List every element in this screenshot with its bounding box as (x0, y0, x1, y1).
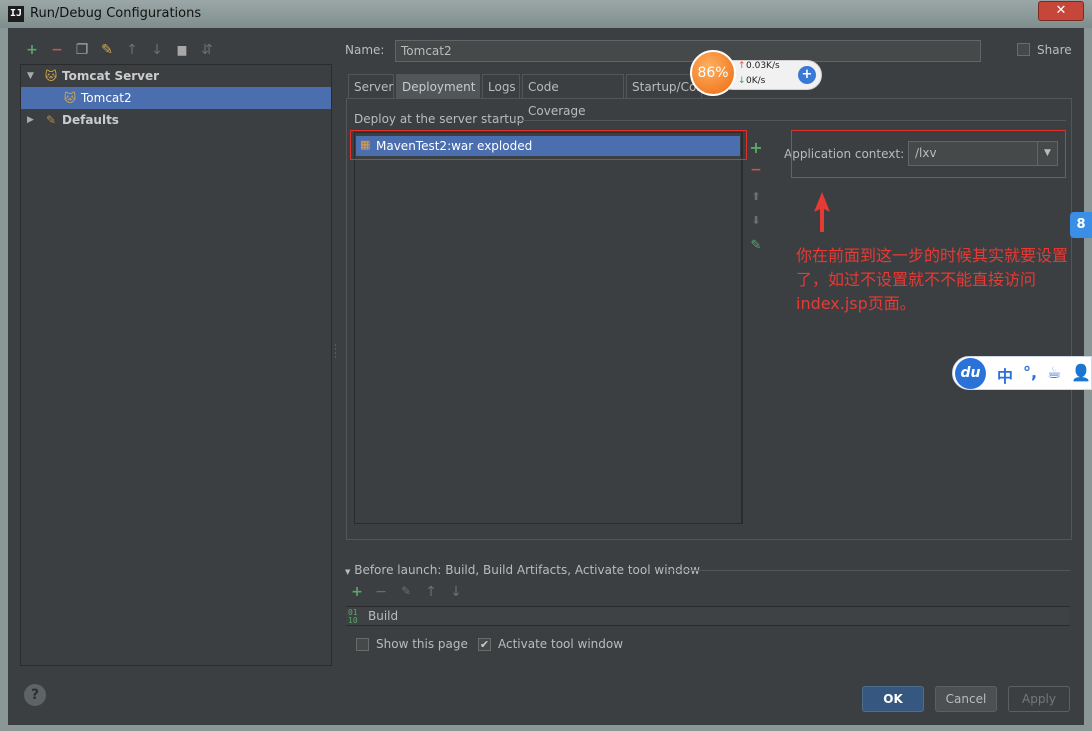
ime-skin-icon[interactable]: ☕ (1047, 363, 1061, 382)
configuration-tree[interactable]: ▼ 🐱 Tomcat Server 🐱 Tomcat2 ▶ ✎ Defaults (20, 64, 332, 666)
tree-label-tomcat-server: Tomcat Server (62, 69, 160, 83)
tomcat-icon: 🐱 (63, 91, 77, 105)
share-label: Share (1037, 43, 1072, 57)
baidu-ime-logo-icon[interactable]: du (955, 358, 986, 389)
before-launch-list[interactable]: 01 10 Build (346, 606, 1070, 626)
ime-user-icon[interactable]: 👤 (1071, 363, 1091, 382)
tree-item-defaults[interactable]: ▶ ✎ Defaults (21, 109, 331, 131)
annotation-text: 你在前面到这一步的时候其实就要设置了，如过不设置就不不能直接访问index.js… (796, 246, 1069, 313)
network-monitor-widget[interactable]: 86% ↑ 0.03K/s ↓ 0K/s + (690, 50, 822, 96)
annotation-arrow-icon (814, 192, 830, 232)
accelerate-plus-icon[interactable]: + (798, 66, 816, 84)
download-arrow-icon: ↓ (738, 76, 746, 86)
move-up-icon[interactable]: ↑ (122, 40, 142, 60)
highlight-box-artifact (350, 130, 747, 160)
expand-arrow-icon[interactable]: ▼ (27, 65, 34, 87)
move-down-icon[interactable]: ↓ (447, 584, 465, 600)
add-icon[interactable]: + (348, 584, 366, 600)
ime-punctuation-icon[interactable]: °, (1023, 363, 1037, 382)
group-divider (515, 120, 1066, 121)
chevron-down-icon[interactable]: ▼ (345, 568, 350, 576)
ime-toolbar[interactable]: du 中 °, ☕ 👤 (952, 356, 1092, 390)
show-page-checkbox[interactable] (356, 638, 369, 651)
deploy-group-title: Deploy at the server startup (354, 112, 525, 126)
tab-deployment[interactable]: Deployment (396, 74, 480, 98)
folder-icon[interactable]: ▆ (172, 40, 192, 60)
before-launch-header[interactable]: ▼ Before launch: Build, Build Artifacts,… (345, 563, 700, 577)
sort-icon[interactable]: ⇵ (197, 40, 217, 60)
upload-arrow-icon: ↑ (738, 61, 746, 71)
remove-icon[interactable]: − (47, 40, 67, 60)
wrench-icon[interactable]: ✎ (97, 40, 117, 60)
copy-icon[interactable]: ❐ (72, 40, 92, 60)
network-monitor-ball[interactable]: 86% (690, 50, 736, 96)
edit-icon[interactable]: ✎ (746, 238, 766, 253)
share-checkbox[interactable] (1017, 43, 1030, 56)
build-icon: 01 10 (348, 608, 358, 625)
deployment-list[interactable] (354, 132, 742, 524)
before-launch-divider (668, 570, 1070, 571)
intellij-icon: IJ (8, 6, 24, 22)
download-speed: 0K/s (746, 76, 766, 86)
remove-icon[interactable]: − (372, 584, 390, 600)
tomcat-icon: 🐱 (44, 69, 58, 83)
before-launch-title: Before launch: Build, Build Artifacts, A… (354, 563, 700, 577)
add-icon[interactable]: + (22, 40, 42, 60)
cancel-button[interactable]: Cancel (935, 686, 997, 712)
close-button[interactable]: ✕ (1038, 1, 1084, 21)
remove-icon[interactable]: − (746, 162, 766, 178)
dialog-body: + − ❐ ✎ ↑ ↓ ▆ ⇵ ▼ 🐱 Tomcat Server 🐱 Tomc… (8, 28, 1084, 725)
tab-server[interactable]: Server (348, 74, 394, 98)
tree-label-defaults: Defaults (62, 113, 119, 127)
tab-code-coverage[interactable]: Code Coverage (522, 74, 624, 118)
name-label: Name: (345, 43, 385, 57)
window-frame-bottom (0, 725, 1092, 731)
window-title: Run/Debug Configurations (30, 6, 202, 21)
move-up-icon[interactable]: ⬆ (746, 190, 766, 203)
activate-tool-window-checkbox[interactable]: ✔ (478, 638, 491, 651)
add-icon[interactable]: + (746, 138, 766, 157)
expand-arrow-icon[interactable]: ▶ (27, 109, 34, 131)
help-button[interactable]: ? (24, 684, 46, 706)
upload-speed: 0.03K/s (746, 61, 780, 71)
apply-button[interactable]: Apply (1008, 686, 1070, 712)
tree-item-tomcat-server[interactable]: ▼ 🐱 Tomcat Server (21, 65, 331, 87)
splitter-handle[interactable]: · · · · (334, 342, 337, 363)
move-up-icon[interactable]: ↑ (422, 584, 440, 600)
wrench-icon: ✎ (45, 113, 57, 127)
tree-label-tomcat2: Tomcat2 (81, 91, 132, 105)
ime-chinese-mode-icon[interactable]: 中 (997, 363, 1013, 387)
move-down-icon[interactable]: ⬇ (746, 214, 766, 227)
activate-tool-window-label: Activate tool window (498, 637, 624, 651)
before-launch-item-label: Build (368, 609, 399, 623)
ok-button[interactable]: OK (862, 686, 924, 712)
tab-logs[interactable]: Logs (482, 74, 520, 98)
title-bar: IJ Run/Debug Configurations ✕ (0, 0, 1092, 28)
move-down-icon[interactable]: ↓ (147, 40, 167, 60)
edit-icon[interactable]: ✎ (397, 584, 415, 598)
highlight-box-app-context (791, 130, 1066, 178)
name-input[interactable]: Tomcat2 (395, 40, 981, 62)
side-floating-tab[interactable]: 8 (1070, 212, 1092, 238)
window-frame-left (0, 28, 8, 731)
show-page-label: Show this page (376, 637, 468, 651)
tree-item-tomcat2[interactable]: 🐱 Tomcat2 (21, 87, 331, 109)
